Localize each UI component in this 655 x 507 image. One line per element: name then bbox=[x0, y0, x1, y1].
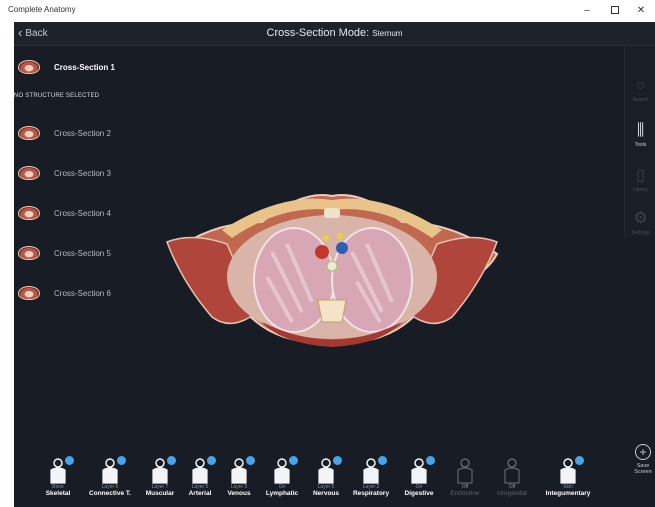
sternum bbox=[324, 208, 340, 218]
cross-section-thumbnail bbox=[18, 286, 40, 300]
layer-badge bbox=[333, 456, 342, 465]
body-figure-icon bbox=[361, 456, 387, 484]
body-figure-icon bbox=[229, 456, 255, 484]
system-layer-bar: Bone Skeletal Layer 6 Connective T. Layer 7M… bbox=[14, 456, 655, 507]
cross-section-label: Cross-Section 4 bbox=[54, 208, 111, 218]
library-tool[interactable]: ▯ Library bbox=[625, 167, 655, 193]
layer-badge bbox=[246, 456, 255, 465]
body-figure-icon bbox=[558, 456, 584, 484]
header-bar: ‹ Back Cross-Section Mode: Sternum bbox=[14, 22, 655, 46]
cross-section-item-1[interactable]: Cross-Section 1 bbox=[18, 60, 115, 74]
body-figure-icon bbox=[48, 456, 74, 484]
settings-tool[interactable]: ⚙ Settings bbox=[625, 210, 655, 236]
layer-name-label: Integumentary bbox=[545, 490, 591, 497]
layer-name-label: Urogenital bbox=[497, 490, 527, 497]
body-figure-icon bbox=[455, 458, 475, 484]
app-canvas: ‹ Back Cross-Section Mode: Sternum Cross-… bbox=[14, 22, 655, 507]
cross-section-item-2[interactable]: Cross-Section 2 bbox=[18, 126, 111, 140]
window-title: Complete Anatomy bbox=[8, 5, 76, 14]
vertebra bbox=[317, 299, 347, 323]
pencils-icon: ⫼ bbox=[636, 122, 645, 139]
tool-label: Tools bbox=[634, 142, 647, 148]
tool-label: Settings bbox=[631, 230, 650, 236]
layer-name-label: Connective T. bbox=[89, 490, 131, 497]
layer-name-label: Skeletal bbox=[45, 490, 71, 497]
nerve bbox=[323, 235, 329, 241]
anatomy-cross-section-view[interactable] bbox=[152, 182, 512, 357]
tool-rail: ○ Search ⫼ Tools ▯ Library ⚙ Settings bbox=[624, 47, 655, 237]
maximize-icon bbox=[611, 6, 619, 15]
body-figure-icon bbox=[100, 456, 126, 484]
cross-section-item-5[interactable]: Cross-Section 5 bbox=[18, 246, 111, 260]
cross-section-label: Cross-Section 1 bbox=[54, 62, 115, 72]
body-figure-icon bbox=[409, 456, 435, 484]
layer-skeletal[interactable]: Bone Skeletal bbox=[31, 456, 85, 498]
aorta bbox=[315, 245, 329, 259]
cross-section-item-3[interactable]: Cross-Section 3 bbox=[18, 166, 111, 180]
layer-badge bbox=[65, 456, 74, 465]
cross-section-label: Cross-Section 6 bbox=[54, 288, 111, 298]
body-figure-icon bbox=[502, 458, 522, 484]
minimize-button[interactable]: – bbox=[574, 3, 600, 19]
nerve bbox=[337, 233, 343, 239]
layer-urogenital[interactable]: Off Urogenital bbox=[485, 458, 539, 498]
body-figure-icon bbox=[150, 456, 176, 484]
mode-title: Cross-Section Mode: bbox=[266, 27, 370, 39]
cross-section-thumbnail bbox=[18, 126, 40, 140]
cross-section-label: Cross-Section 2 bbox=[54, 128, 111, 138]
layer-integumentary[interactable]: Skin Integumentary bbox=[541, 456, 595, 498]
close-button[interactable]: ✕ bbox=[628, 3, 654, 19]
layer-badge bbox=[117, 456, 126, 465]
cross-section-thumbnail bbox=[18, 60, 40, 74]
cross-section-item-4[interactable]: Cross-Section 4 bbox=[18, 206, 111, 220]
cross-section-label: Cross-Section 5 bbox=[54, 248, 111, 258]
page-title: Cross-Section Mode: Sternum bbox=[14, 27, 655, 39]
cross-section-thumbnail bbox=[18, 166, 40, 180]
cross-section-thumbnail bbox=[18, 206, 40, 220]
selection-status: NO STRUCTURE SELECTED bbox=[14, 93, 100, 99]
layer-badge bbox=[378, 456, 387, 465]
body-figure-icon bbox=[190, 456, 216, 484]
gear-icon: ⚙ bbox=[633, 210, 648, 227]
window-titlebar: Complete Anatomy – ✕ bbox=[0, 0, 655, 22]
cross-section-item-6[interactable]: Cross-Section 6 bbox=[18, 286, 111, 300]
layer-name-label: Respiratory bbox=[352, 490, 390, 497]
search-tool[interactable]: ○ Search bbox=[625, 77, 655, 103]
layer-connective-t[interactable]: Layer 6 Connective T. bbox=[83, 456, 137, 498]
mode-subject: Sternum bbox=[372, 29, 403, 38]
book-icon: ▯ bbox=[636, 167, 645, 184]
layer-name-label: Endocrine bbox=[450, 490, 480, 497]
layer-badge bbox=[426, 456, 435, 465]
layer-badge bbox=[575, 456, 584, 465]
layer-respiratory[interactable]: Layer 2 Respiratory bbox=[344, 456, 398, 498]
vena-cava bbox=[336, 242, 348, 254]
tool-label: Library bbox=[632, 187, 649, 193]
body-figure-icon bbox=[316, 456, 342, 484]
search-icon: ○ bbox=[635, 77, 646, 94]
maximize-button[interactable] bbox=[602, 3, 628, 19]
layer-badge bbox=[289, 456, 298, 465]
tool-label: Search bbox=[632, 97, 649, 103]
body-figure-icon bbox=[272, 456, 298, 484]
layer-endocrine[interactable]: Off Endocrine bbox=[438, 458, 492, 498]
cross-section-thumbnail bbox=[18, 246, 40, 260]
cross-section-label: Cross-Section 3 bbox=[54, 168, 111, 178]
tools-tool[interactable]: ⫼ Tools bbox=[625, 122, 655, 148]
trachea bbox=[326, 260, 338, 272]
